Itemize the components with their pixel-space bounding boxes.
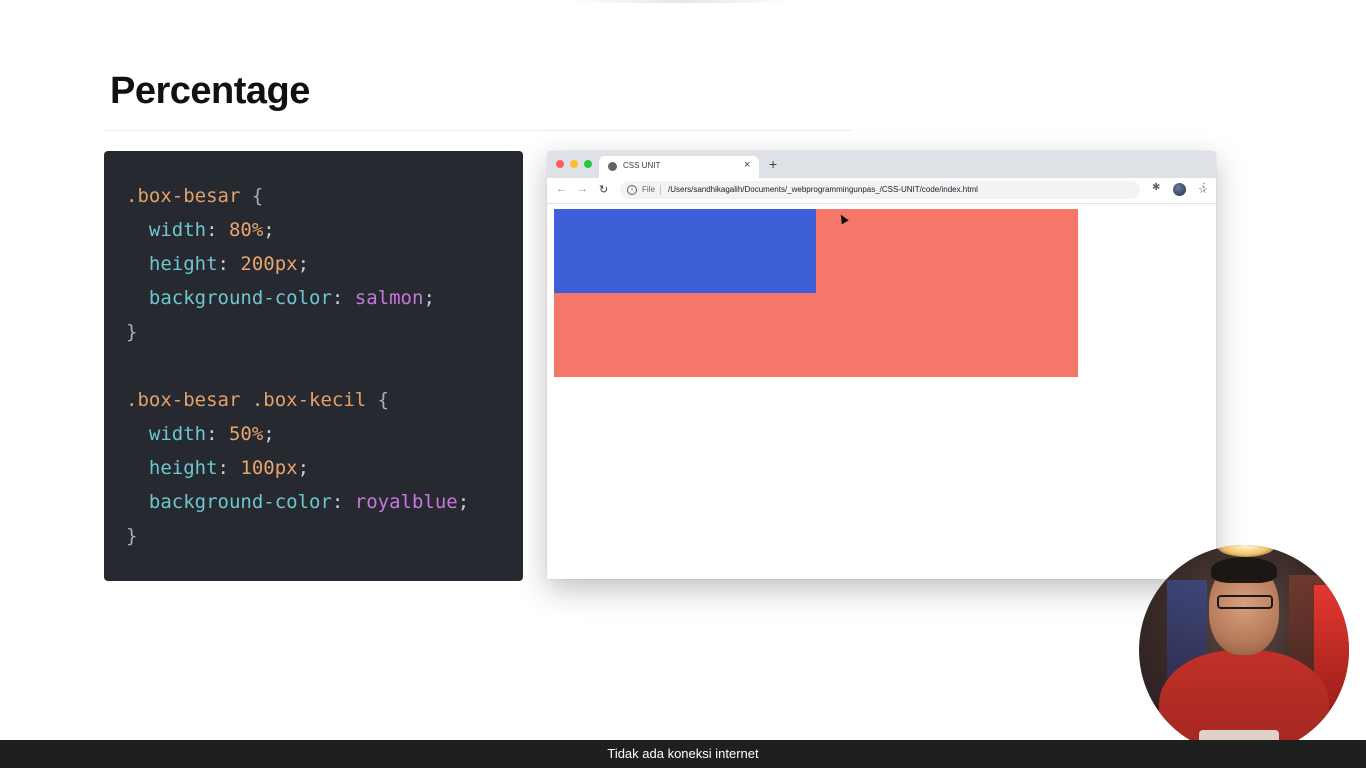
code-token: ;: [263, 423, 275, 445]
tab-close-icon[interactable]: ×: [744, 159, 750, 171]
slide-title: Percentage: [110, 70, 310, 112]
code-token: :: [331, 287, 355, 309]
webcam-presenter: [1139, 545, 1349, 755]
code-token: ;: [297, 457, 310, 479]
code-token: background-color: [126, 287, 332, 309]
code-token: ;: [423, 287, 435, 309]
code-token: width: [126, 423, 207, 445]
new-tab-button[interactable]: +: [769, 157, 777, 171]
kebab-menu-icon[interactable]: ⋮: [1199, 182, 1209, 193]
tab-css-unit[interactable]: CSS UNIT ×: [599, 156, 759, 178]
ring-light: [1217, 545, 1275, 557]
address-separator: [660, 185, 661, 195]
code-token: 80%: [228, 219, 264, 241]
code-line: }: [126, 315, 523, 349]
code-token: :: [206, 423, 229, 445]
code-line: height: 100px;: [126, 451, 523, 485]
minimize-window-icon[interactable]: [570, 160, 578, 168]
code-token: width: [126, 219, 207, 241]
code-token: :: [331, 491, 355, 513]
file-chip: File: [642, 185, 655, 194]
code-token: ;: [297, 253, 310, 275]
browser-viewport: [547, 204, 1216, 579]
code-line: width: 50%;: [126, 417, 523, 451]
code-token: :: [217, 457, 241, 479]
address-bar[interactable]: i File /Users/sandhikagalih/Documents/_w…: [620, 181, 1208, 199]
browser-window: CSS UNIT × + ← → ↻ i File /Users/sandhik…: [547, 151, 1216, 579]
close-window-icon[interactable]: [556, 160, 564, 168]
code-line: height: 200px;: [126, 247, 523, 281]
code-token: }: [126, 525, 138, 547]
globe-icon: [608, 162, 617, 171]
tab-title: CSS UNIT: [623, 161, 661, 170]
code-line: width: 80%;: [126, 213, 523, 247]
connection-status-bar: Tidak ada koneksi internet: [0, 740, 1366, 768]
browser-tabstrip: CSS UNIT × +: [547, 151, 1216, 178]
maximize-window-icon[interactable]: [584, 160, 592, 168]
code-token: :: [217, 253, 241, 275]
code-token: .box-besar .box-kecil: [126, 389, 367, 411]
code-token: ;: [263, 219, 275, 241]
code-token: {: [240, 185, 264, 207]
presenter-hair: [1211, 557, 1277, 583]
url-text: /Users/sandhikagalih/Documents/_webprogr…: [668, 185, 978, 194]
code-token: ;: [457, 491, 470, 513]
code-line: background-color: salmon;: [126, 281, 523, 315]
top-edge-shadow: [570, 0, 795, 3]
reload-icon[interactable]: ↻: [599, 183, 608, 196]
code-token: {: [366, 389, 390, 411]
code-token: royalblue: [354, 491, 458, 513]
code-token: background-color: [126, 491, 332, 513]
code-line: background-color: royalblue;: [126, 485, 523, 519]
code-line: .box-besar {: [126, 179, 523, 213]
code-token: 100px: [240, 457, 298, 479]
code-line: .box-besar .box-kecil {: [126, 383, 523, 417]
browser-toolbar: ← → ↻ i File /Users/sandhikagalih/Docume…: [547, 178, 1216, 204]
code-token: salmon: [354, 287, 424, 309]
box-besar: [554, 209, 1078, 377]
code-token: height: [126, 457, 218, 479]
back-arrow-icon[interactable]: ←: [556, 183, 567, 195]
code-token: }: [126, 321, 138, 343]
title-divider: [105, 130, 853, 131]
presenter-glasses: [1217, 595, 1273, 609]
info-icon[interactable]: i: [627, 185, 637, 195]
code-token: :: [206, 219, 229, 241]
code-token: .box-besar: [126, 185, 241, 207]
code-token: height: [126, 253, 218, 275]
code-line: }: [126, 519, 523, 553]
extensions-puzzle-icon[interactable]: ✱: [1152, 182, 1160, 193]
forward-arrow-icon[interactable]: →: [577, 183, 588, 195]
code-token: 200px: [240, 253, 298, 275]
profile-avatar[interactable]: [1173, 183, 1186, 196]
code-panel: .box-besar { width: 80%; height: 200px; …: [104, 151, 523, 581]
status-message: Tidak ada koneksi internet: [607, 746, 759, 761]
box-kecil: [554, 209, 816, 293]
code-token: 50%: [228, 423, 264, 445]
